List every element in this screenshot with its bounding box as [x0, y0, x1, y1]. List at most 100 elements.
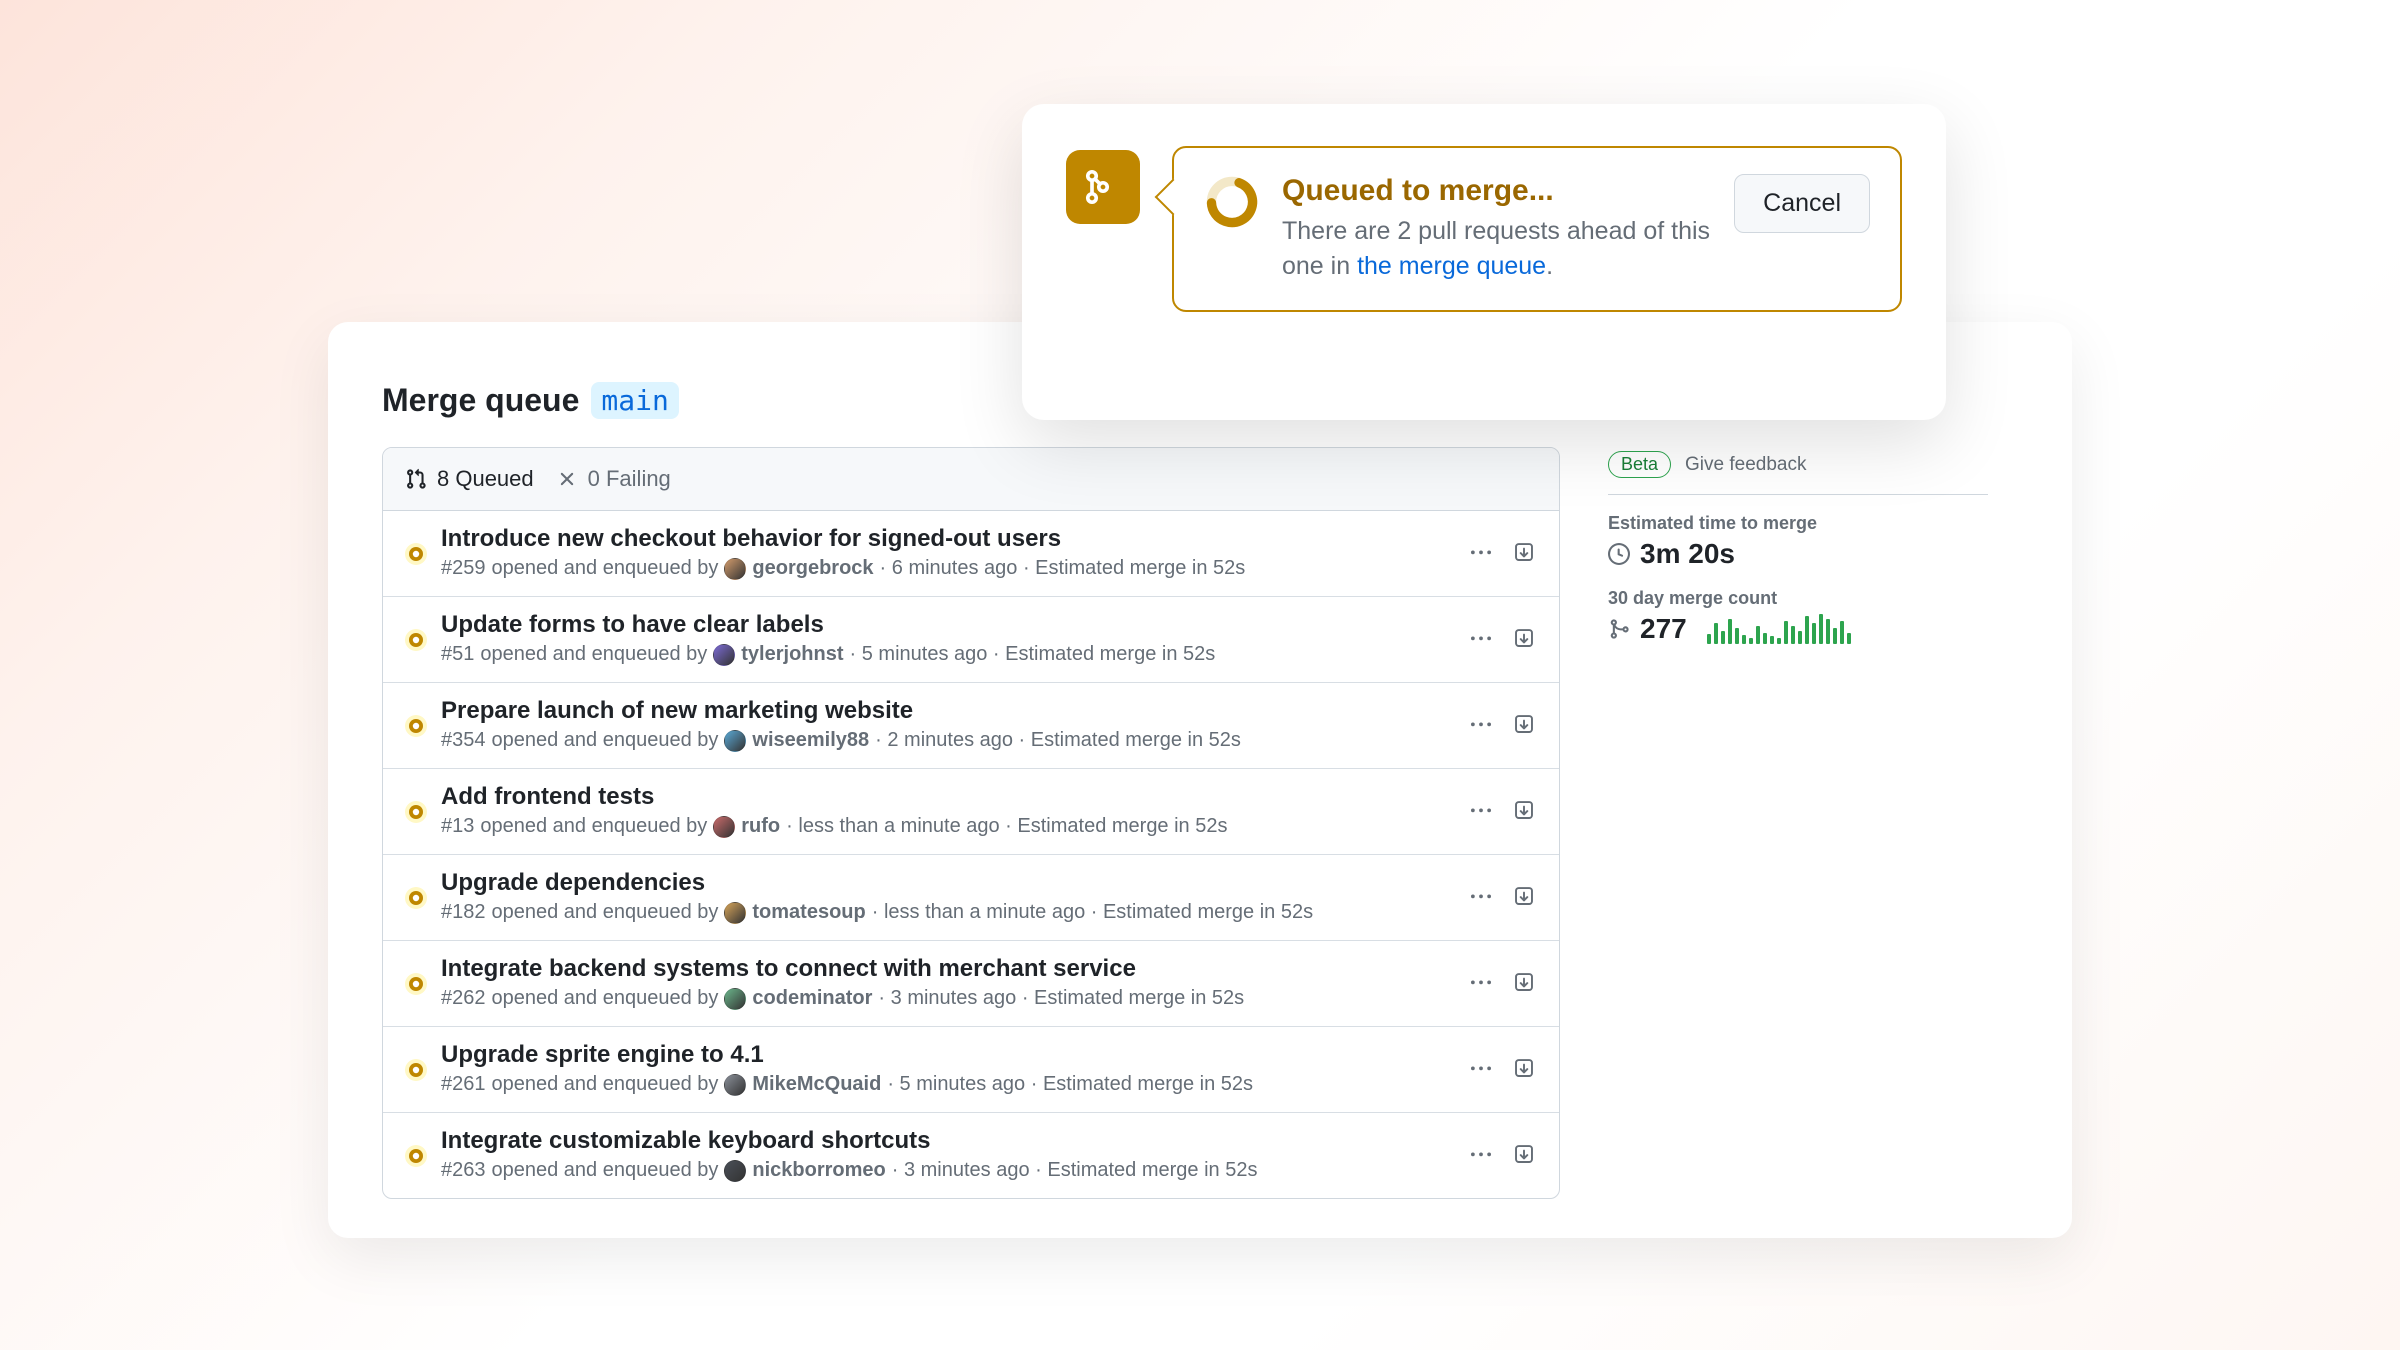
dequeue-button[interactable] [1513, 541, 1537, 565]
item-meta: #51 opened and enqueued by tylerjohnst ·… [441, 643, 1467, 666]
avatar[interactable] [724, 730, 746, 752]
git-merge-queue-icon [1081, 165, 1125, 209]
queue-item[interactable]: Upgrade dependencies #182 opened and enq… [383, 855, 1559, 941]
item-title[interactable]: Add frontend tests [441, 783, 1467, 811]
merge-queue-link[interactable]: the merge queue [1357, 252, 1546, 280]
callout-title: Queued to merge... [1282, 174, 1712, 208]
author-link[interactable]: georgebrock [752, 557, 873, 580]
author-link[interactable]: wiseemily88 [752, 729, 869, 752]
merge-count-row: 277 [1608, 613, 1988, 645]
item-meta: #259 opened and enqueued by georgebrock … [441, 557, 1467, 580]
merge-queue-badge [1066, 150, 1140, 224]
eta-value-row: 3m 20s [1608, 538, 1988, 570]
status-pending-icon [405, 973, 427, 995]
queue-item[interactable]: Upgrade sprite engine to 4.1 #261 opened… [383, 1027, 1559, 1113]
pr-number[interactable]: #261 [441, 1073, 486, 1096]
queue-item[interactable]: Integrate backend systems to connect wit… [383, 941, 1559, 1027]
kebab-menu-button[interactable] [1467, 711, 1495, 739]
kebab-menu-button[interactable] [1467, 969, 1495, 997]
status-pending-icon [405, 1059, 427, 1081]
author-link[interactable]: tylerjohnst [741, 643, 843, 666]
pr-number[interactable]: #13 [441, 815, 474, 838]
pr-number[interactable]: #51 [441, 643, 474, 666]
queue-item[interactable]: Add frontend tests #13 opened and enqueu… [383, 769, 1559, 855]
git-pull-request-icon [405, 468, 427, 490]
avatar[interactable] [724, 558, 746, 580]
author-link[interactable]: rufo [741, 815, 780, 838]
avatar[interactable] [724, 1160, 746, 1182]
clock-icon [1608, 543, 1630, 565]
dequeue-button[interactable] [1513, 713, 1537, 737]
dequeue-button[interactable] [1513, 885, 1537, 909]
branch-tag[interactable]: main [591, 382, 678, 419]
item-meta: #182 opened and enqueued by tomatesoup ·… [441, 901, 1467, 924]
item-title[interactable]: Integrate backend systems to connect wit… [441, 955, 1467, 983]
sidebar: Beta Give feedback Estimated time to mer… [1608, 447, 1988, 1199]
callout-text: Queued to merge... There are 2 pull requ… [1282, 174, 1712, 284]
author-link[interactable]: MikeMcQuaid [752, 1073, 881, 1096]
give-feedback-link[interactable]: Give feedback [1685, 454, 1806, 476]
item-meta: #354 opened and enqueued by wiseemily88 … [441, 729, 1467, 752]
item-title[interactable]: Update forms to have clear labels [441, 611, 1467, 639]
avatar[interactable] [713, 644, 735, 666]
pr-number[interactable]: #262 [441, 987, 486, 1010]
queue-item[interactable]: Introduce new checkout behavior for sign… [383, 511, 1559, 597]
pr-number[interactable]: #354 [441, 729, 486, 752]
item-meta: #261 opened and enqueued by MikeMcQuaid … [441, 1073, 1467, 1096]
callout-desc-suffix: . [1546, 252, 1553, 280]
content-row: 8 Queued 0 Failing Introduce new checkou… [382, 447, 2018, 1199]
kebab-menu-button[interactable] [1467, 1141, 1495, 1169]
queue-panel: 8 Queued 0 Failing Introduce new checkou… [382, 447, 1560, 1199]
pr-number[interactable]: #263 [441, 1159, 486, 1182]
queue-item[interactable]: Integrate customizable keyboard shortcut… [383, 1113, 1559, 1198]
eta-value: 3m 20s [1640, 538, 1735, 570]
avatar[interactable] [724, 988, 746, 1010]
page-title: Merge queue [382, 382, 579, 419]
pr-number[interactable]: #182 [441, 901, 486, 924]
queue-list: Introduce new checkout behavior for sign… [383, 511, 1559, 1198]
failing-count: 0 Failing [588, 466, 671, 492]
item-title[interactable]: Prepare launch of new marketing website [441, 697, 1467, 725]
item-meta: #262 opened and enqueued by codeminator … [441, 987, 1467, 1010]
author-link[interactable]: codeminator [752, 987, 872, 1010]
pr-number[interactable]: #259 [441, 557, 486, 580]
kebab-menu-button[interactable] [1467, 797, 1495, 825]
merge-count-value: 277 [1640, 613, 1687, 645]
author-link[interactable]: tomatesoup [752, 901, 865, 924]
status-pending-icon [405, 629, 427, 651]
status-pending-icon [405, 801, 427, 823]
item-meta: #13 opened and enqueued by rufo · less t… [441, 815, 1467, 838]
kebab-menu-button[interactable] [1467, 1055, 1495, 1083]
dequeue-button[interactable] [1513, 1057, 1537, 1081]
status-pending-icon [405, 1145, 427, 1167]
cancel-button[interactable]: Cancel [1734, 174, 1870, 233]
avatar[interactable] [724, 1074, 746, 1096]
dequeue-button[interactable] [1513, 627, 1537, 651]
item-title[interactable]: Introduce new checkout behavior for sign… [441, 525, 1467, 553]
dequeue-button[interactable] [1513, 971, 1537, 995]
avatar[interactable] [713, 816, 735, 838]
merge-queue-card: Merge queue main 8 Queued 0 Failing Intr… [328, 322, 2072, 1238]
dequeue-button[interactable] [1513, 1143, 1537, 1167]
queue-item[interactable]: Update forms to have clear labels #51 op… [383, 597, 1559, 683]
git-merge-icon [1608, 618, 1630, 640]
author-link[interactable]: nickborromeo [752, 1159, 885, 1182]
status-pending-icon [405, 715, 427, 737]
status-pending-icon [405, 543, 427, 565]
callout-desc: There are 2 pull requests ahead of this … [1282, 214, 1712, 284]
item-title[interactable]: Integrate customizable keyboard shortcut… [441, 1127, 1467, 1155]
queued-count: 8 Queued [437, 466, 534, 492]
queue-item[interactable]: Prepare launch of new marketing website … [383, 683, 1559, 769]
kebab-menu-button[interactable] [1467, 883, 1495, 911]
failing-stat: 0 Failing [556, 466, 671, 492]
queued-stat: 8 Queued [405, 466, 534, 492]
spinner-icon [1204, 174, 1260, 230]
avatar[interactable] [724, 902, 746, 924]
item-title[interactable]: Upgrade dependencies [441, 869, 1467, 897]
item-title[interactable]: Upgrade sprite engine to 4.1 [441, 1041, 1467, 1069]
beta-badge: Beta [1608, 451, 1671, 478]
dequeue-button[interactable] [1513, 799, 1537, 823]
kebab-menu-button[interactable] [1467, 539, 1495, 567]
queued-callout: Queued to merge... There are 2 pull requ… [1022, 104, 1946, 420]
kebab-menu-button[interactable] [1467, 625, 1495, 653]
